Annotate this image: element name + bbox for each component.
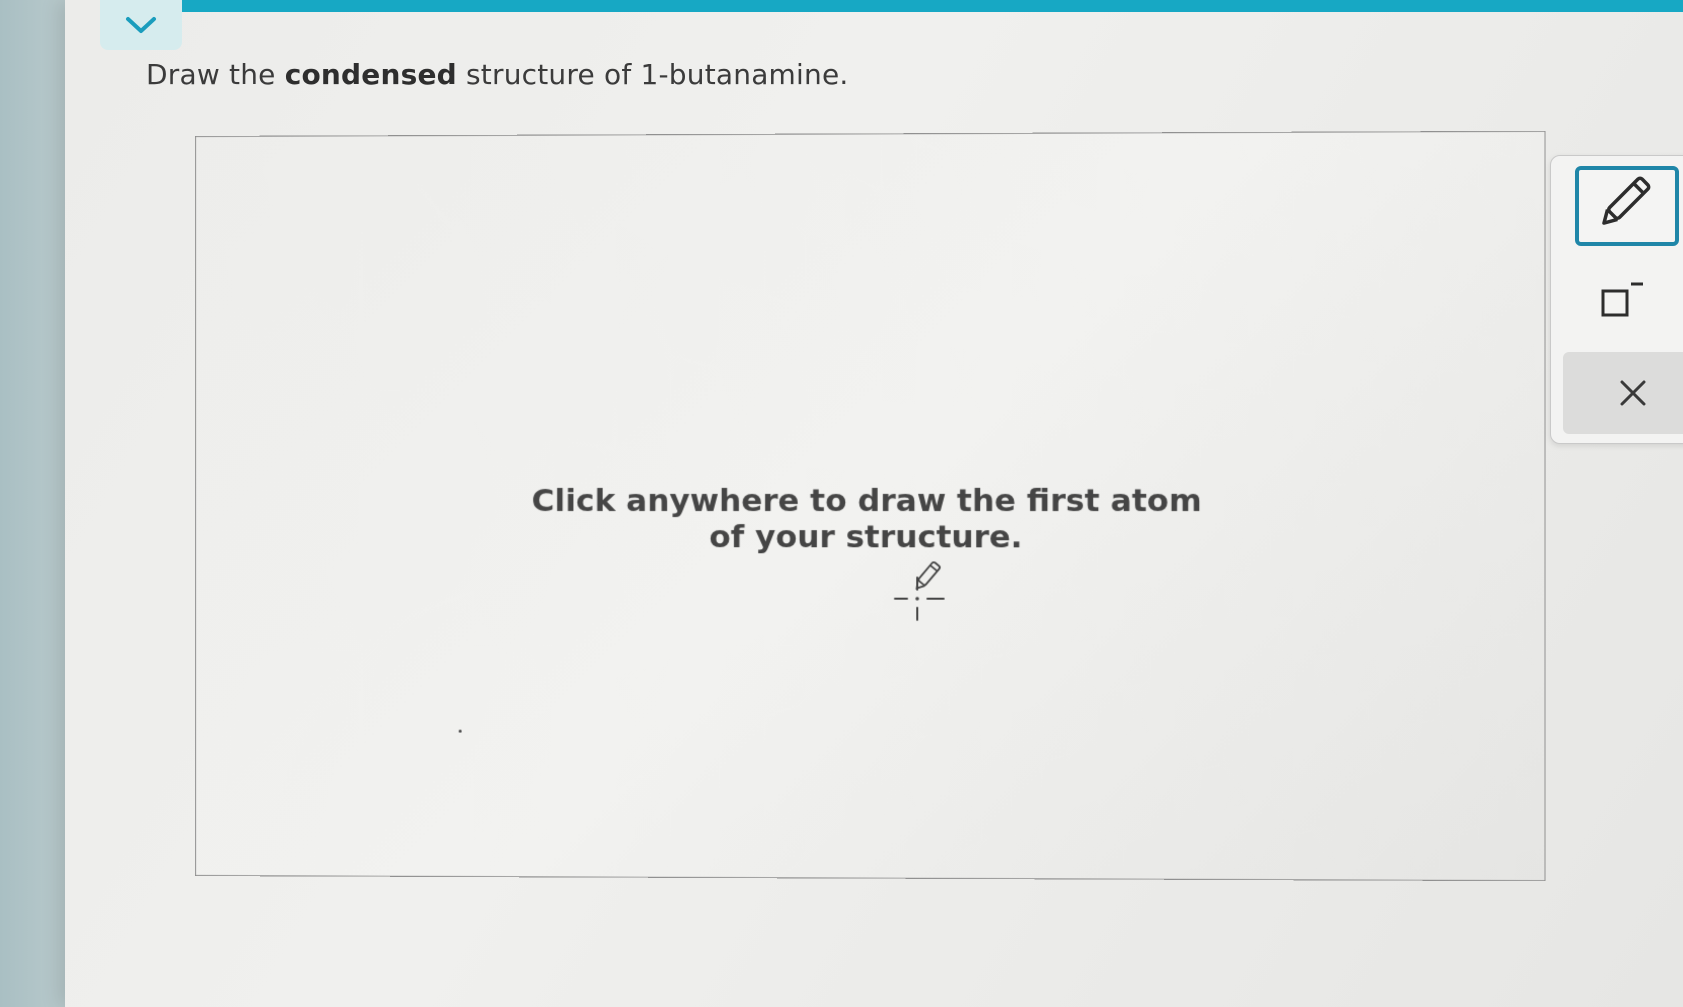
canvas-hint: Click anywhere to draw the first atom of… (196, 483, 1545, 556)
question-emphasis: condensed (284, 58, 457, 91)
stray-dot (458, 729, 462, 733)
charge-box-icon (1601, 282, 1643, 317)
pencil-tool-button[interactable] (1575, 166, 1679, 246)
drawing-canvas[interactable]: Click anywhere to draw the first atom of… (195, 130, 1546, 882)
question-prefix: Draw the (146, 58, 285, 91)
close-icon (1620, 380, 1646, 406)
collapse-toggle-button[interactable] (100, 0, 182, 50)
canvas-hint-line2: of your structure. (709, 519, 1023, 556)
chevron-down-icon (126, 17, 156, 33)
charge-tool-button[interactable] (1591, 274, 1651, 324)
top-accent-bar (180, 0, 1683, 12)
drawing-toolbar (1550, 155, 1683, 444)
question-suffix: structure of 1-butanamine. (456, 58, 849, 91)
canvas-hint-line1: Click anywhere to draw the first atom (531, 482, 1202, 520)
question-text: Draw the condensed structure of 1-butana… (146, 58, 848, 91)
pencil-icon (1602, 176, 1651, 225)
crosshair-pencil-cursor-icon (891, 555, 972, 636)
screen: Draw the condensed structure of 1-butana… (0, 0, 1683, 1007)
clear-button[interactable] (1563, 352, 1683, 434)
